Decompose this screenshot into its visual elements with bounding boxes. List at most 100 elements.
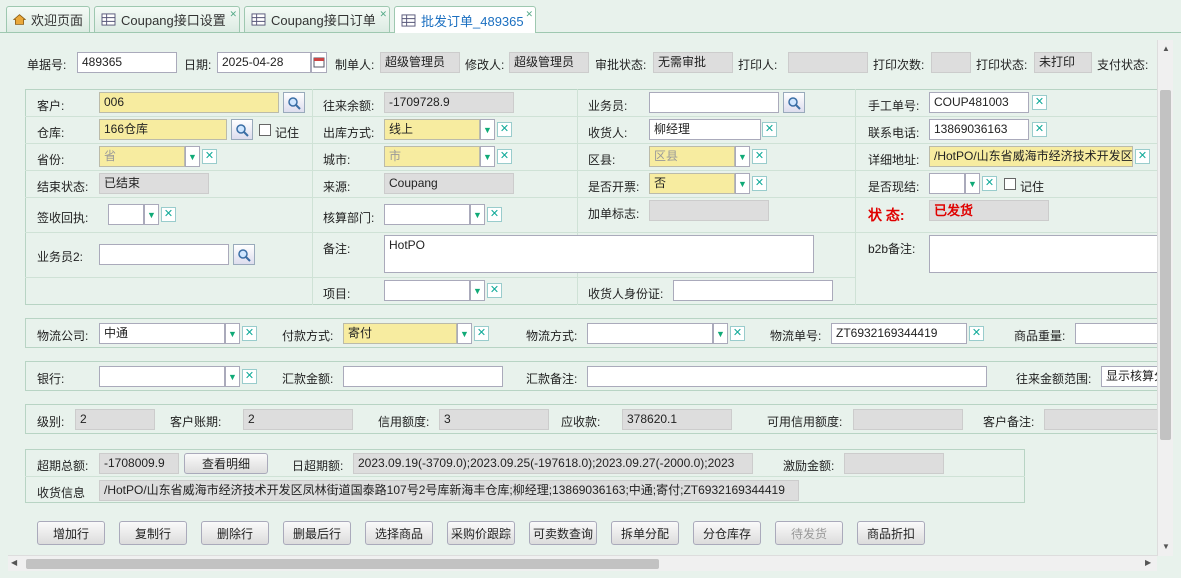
sign-receipt-select[interactable] [108, 204, 144, 225]
warehouse-search-button[interactable] [231, 119, 253, 140]
chevron-down-icon[interactable]: ▼ [965, 173, 980, 194]
chevron-down-icon[interactable]: ▼ [144, 204, 159, 225]
customer-label: 客户: [37, 99, 65, 113]
chevron-down-icon[interactable]: ▼ [713, 323, 728, 344]
chevron-down-icon[interactable]: ▼ [735, 173, 750, 194]
scroll-thumb[interactable] [1160, 90, 1171, 440]
city-select[interactable]: 市 [384, 146, 480, 167]
chevron-down-icon[interactable]: ▼ [470, 280, 485, 301]
tab-coupang-orders[interactable]: Coupang接口订单 ✕ [244, 6, 390, 32]
clear-icon[interactable]: ✕ [1135, 149, 1150, 164]
warehouse-input[interactable]: 166仓库 [99, 119, 227, 140]
chevron-down-icon[interactable]: ▼ [457, 323, 472, 344]
amount-range-select[interactable]: 显示核算分 [1101, 366, 1159, 387]
date-input[interactable]: 2025-04-28 [217, 52, 311, 73]
doc-no-label: 单据号: [27, 58, 67, 72]
tab-coupang-settings[interactable]: Coupang接口设置 ✕ [94, 6, 240, 32]
logistics-company-select[interactable]: 中通 [99, 323, 225, 344]
split-order-button[interactable]: 拆单分配 [611, 521, 679, 545]
chevron-down-icon[interactable]: ▼ [185, 146, 200, 167]
salesman2-search-button[interactable] [233, 244, 255, 265]
chevron-down-icon[interactable]: ▼ [225, 323, 240, 344]
clear-icon[interactable]: ✕ [487, 283, 502, 298]
add-row-button[interactable]: 增加行 [37, 521, 105, 545]
tab-welcome[interactable]: 欢迎页面 [6, 6, 90, 32]
district-select[interactable]: 区县 [649, 146, 735, 167]
clear-icon[interactable]: ✕ [474, 326, 489, 341]
calendar-icon[interactable] [311, 52, 327, 73]
scroll-thumb[interactable] [26, 559, 659, 569]
remit-remark-input[interactable] [587, 366, 987, 387]
receiver-id-input[interactable] [673, 280, 833, 301]
clear-icon[interactable]: ✕ [752, 149, 767, 164]
clear-icon[interactable]: ✕ [487, 207, 502, 222]
purchase-price-track-button[interactable]: 采购价跟踪 [447, 521, 515, 545]
payment-select[interactable]: 寄付 [343, 323, 457, 344]
clear-icon[interactable]: ✕ [730, 326, 745, 341]
bank-select[interactable] [99, 366, 225, 387]
select-product-button[interactable]: 选择商品 [365, 521, 433, 545]
address-input[interactable]: /HotPO/山东省威海市经济技术开发区 [929, 146, 1133, 167]
clear-icon[interactable]: ✕ [1032, 122, 1047, 137]
clear-icon[interactable]: ✕ [762, 122, 777, 137]
close-icon[interactable]: ✕ [379, 9, 387, 20]
remark-textarea[interactable]: HotPO [384, 235, 814, 273]
close-icon[interactable]: ✕ [525, 9, 533, 20]
chevron-down-icon[interactable]: ▼ [225, 366, 240, 387]
scroll-left-icon[interactable]: ◀ [11, 558, 17, 567]
invoice-select[interactable]: 否 [649, 173, 735, 194]
scroll-up-icon[interactable]: ▲ [1162, 44, 1170, 53]
salesman-input[interactable] [649, 92, 779, 113]
clear-icon[interactable]: ✕ [242, 326, 257, 341]
receiver-input[interactable]: 柳经理 [649, 119, 761, 140]
city-label: 城市: [323, 153, 351, 167]
clear-icon[interactable]: ✕ [752, 176, 767, 191]
customer-search-button[interactable] [283, 92, 305, 113]
chevron-down-icon[interactable]: ▼ [470, 204, 485, 225]
clear-icon[interactable]: ✕ [982, 176, 997, 191]
close-icon[interactable]: ✕ [229, 9, 237, 20]
salesman2-input[interactable] [99, 244, 229, 265]
clear-icon[interactable]: ✕ [497, 149, 512, 164]
province-select[interactable]: 省 [99, 146, 185, 167]
product-discount-button[interactable]: 商品折扣 [857, 521, 925, 545]
customer-input[interactable]: 006 [99, 92, 279, 113]
sellable-query-button[interactable]: 可卖数查询 [529, 521, 597, 545]
clear-icon[interactable]: ✕ [202, 149, 217, 164]
delete-row-button[interactable]: 删除行 [201, 521, 269, 545]
delete-last-row-button[interactable]: 删最后行 [283, 521, 351, 545]
project-select[interactable] [384, 280, 470, 301]
chevron-down-icon[interactable]: ▼ [480, 119, 495, 140]
horizontal-scrollbar[interactable]: ◀ ▶ [8, 555, 1157, 571]
logistics-method-select[interactable] [587, 323, 713, 344]
chevron-down-icon[interactable]: ▼ [735, 146, 750, 167]
cash-settle-select[interactable] [929, 173, 965, 194]
customer-remark-field [1044, 409, 1159, 430]
remember-warehouse-checkbox[interactable] [259, 124, 271, 136]
scroll-down-icon[interactable]: ▼ [1162, 542, 1170, 551]
remit-amount-input[interactable] [343, 366, 503, 387]
copy-row-button[interactable]: 复制行 [119, 521, 187, 545]
audit-dept-select[interactable] [384, 204, 470, 225]
tracking-input[interactable]: ZT6932169344419 [831, 323, 967, 344]
weight-input[interactable] [1075, 323, 1159, 344]
remember-cash-checkbox[interactable] [1004, 178, 1016, 190]
ship-method-select[interactable]: 线上 [384, 119, 480, 140]
phone-input[interactable]: 13869036163 [929, 119, 1029, 140]
clear-icon[interactable]: ✕ [969, 326, 984, 341]
clear-icon[interactable]: ✕ [161, 207, 176, 222]
clear-icon[interactable]: ✕ [497, 122, 512, 137]
salesman-search-button[interactable] [783, 92, 805, 113]
chevron-down-icon[interactable]: ▼ [480, 146, 495, 167]
view-detail-button[interactable]: 查看明细 [184, 453, 268, 474]
manual-no-input[interactable]: COUP481003 [929, 92, 1029, 113]
tab-wholesale-order[interactable]: 批发订单_489365 ✕ [394, 6, 536, 33]
warehouse-stock-button[interactable]: 分仓库存 [693, 521, 761, 545]
scroll-right-icon[interactable]: ▶ [1145, 558, 1151, 567]
doc-no-input[interactable]: 489365 [77, 52, 177, 73]
modifier-field: 超级管理员 [509, 52, 589, 73]
vertical-scrollbar[interactable]: ▲ ▼ [1157, 40, 1173, 556]
clear-icon[interactable]: ✕ [242, 369, 257, 384]
clear-icon[interactable]: ✕ [1032, 95, 1047, 110]
b2b-remark-textarea[interactable] [929, 235, 1159, 273]
